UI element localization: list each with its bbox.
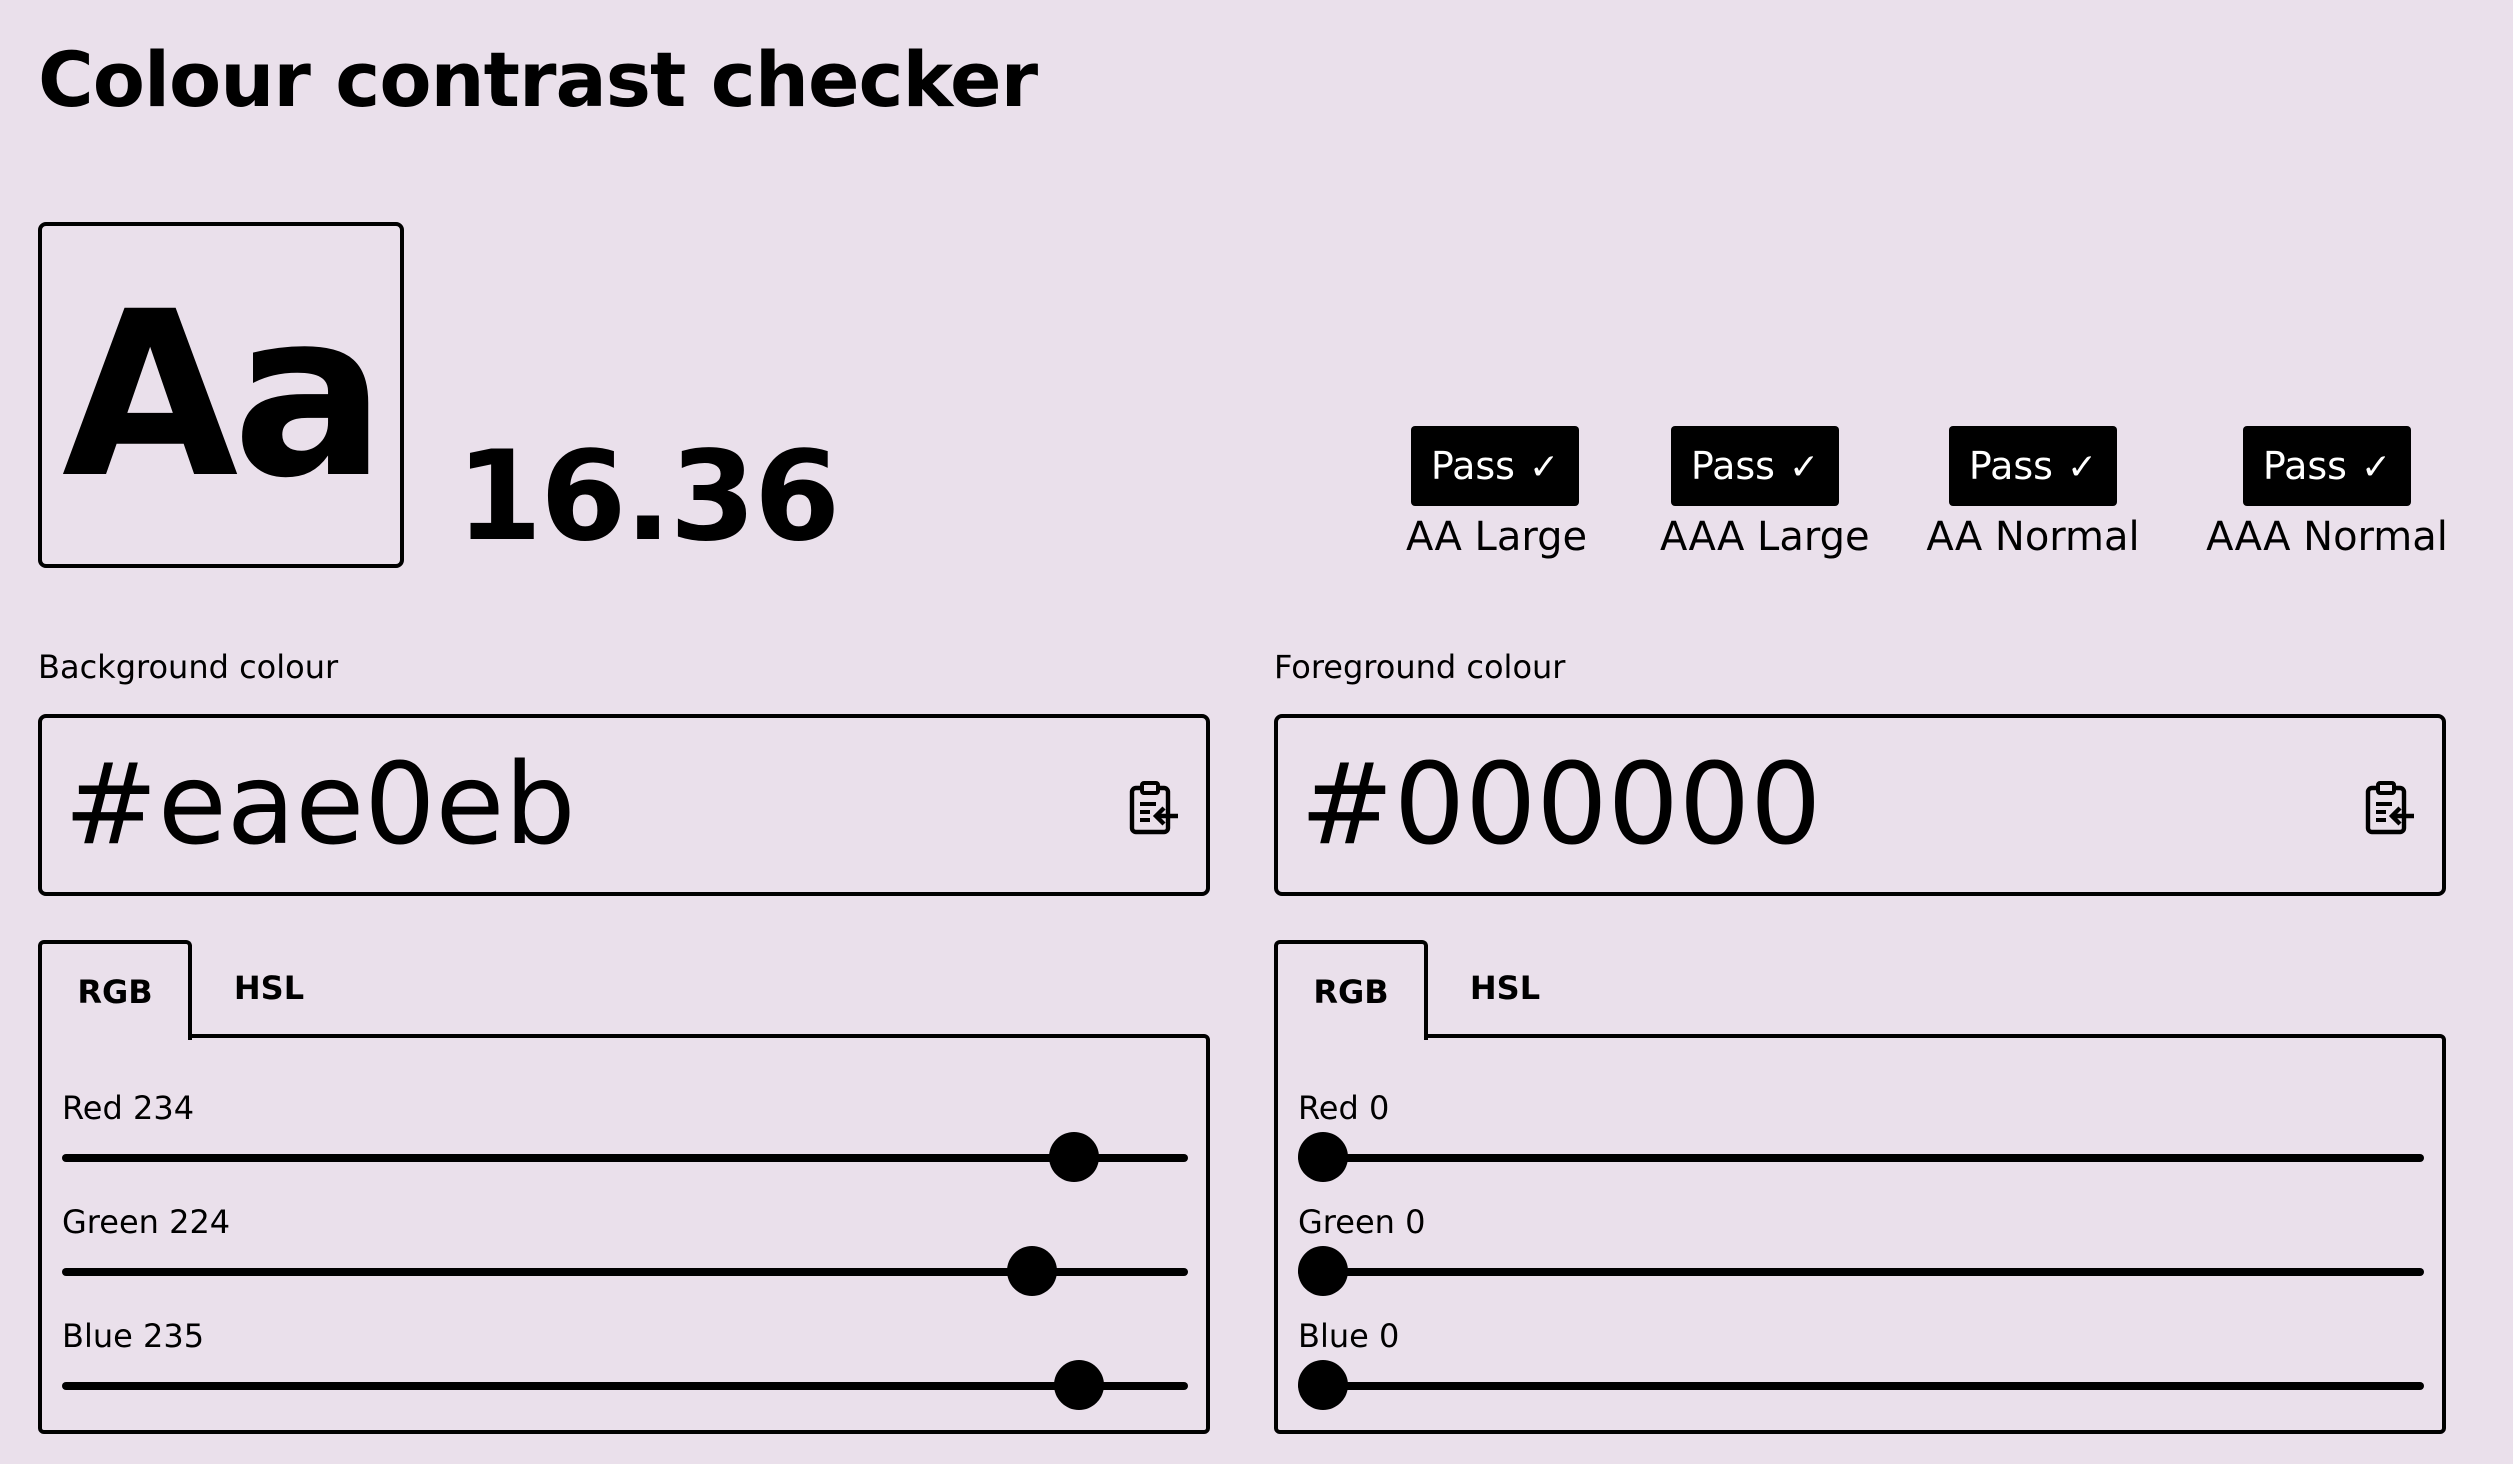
clipboard-paste-icon (1129, 781, 1178, 835)
check-icon: ✓ (2066, 447, 2098, 488)
clipboard-paste-icon (2365, 781, 2414, 835)
check-icon: ✓ (1788, 447, 1820, 488)
pass-badge: Pass ✓ (1670, 426, 1840, 506)
slider-thumb[interactable] (1007, 1246, 1058, 1296)
result-aaa-large: Pass ✓ AAA Large (1660, 426, 1870, 560)
contrast-ratio: 16.36 (456, 425, 840, 569)
background-green-slider: Green 224 (62, 1202, 1188, 1296)
slider-thumb[interactable] (1053, 1360, 1104, 1410)
slider-label: Blue 235 (62, 1317, 205, 1355)
slider-label: Red 234 (62, 1089, 195, 1127)
foreground-colour-field (1274, 714, 2446, 896)
pass-badge: Pass ✓ (1410, 426, 1580, 506)
slider-label: Green 0 (1298, 1203, 1426, 1241)
result-label: AAA Large (1660, 514, 1870, 560)
result-aa-large: Pass ✓ AA Large (1406, 426, 1588, 560)
background-tab-rgb[interactable]: RGB (38, 940, 192, 1040)
badge-text: Pass (1690, 444, 1775, 488)
slider-track[interactable] (1298, 1154, 2424, 1162)
foreground-paste-button[interactable] (2364, 780, 2416, 836)
slider-thumb[interactable] (1298, 1360, 1348, 1410)
foreground-green-slider: Green 0 (1298, 1202, 2424, 1296)
foreground-colour-label: Foreground colour (1274, 648, 1566, 686)
foreground-rgb-panel: Red 0 Green 0 Blue 0 (1274, 1034, 2446, 1434)
slider-label: Red 0 (1298, 1089, 1390, 1127)
text-preview: Aa (38, 222, 404, 568)
pass-badge: Pass ✓ (2242, 426, 2412, 506)
background-colour-label: Background colour (38, 648, 339, 686)
result-aaa-normal: Pass ✓ AAA Normal (2200, 426, 2454, 560)
background-red-slider: Red 234 (62, 1088, 1188, 1182)
slider-label: Blue 0 (1298, 1317, 1400, 1355)
background-hex-input[interactable] (64, 740, 1064, 870)
contrast-checker-page: Colour contrast checker Aa 16.36 Pass ✓ A… (0, 0, 2513, 1464)
badge-text: Pass (2262, 444, 2347, 488)
background-paste-button[interactable] (1128, 780, 1180, 836)
badge-text: Pass (1430, 444, 1515, 488)
result-label: AA Normal (1926, 514, 2140, 560)
foreground-tab-rgb[interactable]: RGB (1274, 940, 1428, 1040)
slider-thumb[interactable] (1298, 1132, 1348, 1182)
slider-thumb[interactable] (1049, 1132, 1100, 1182)
background-rgb-panel: Red 234 Green 224 Blue 235 (38, 1034, 1210, 1434)
slider-thumb[interactable] (1298, 1246, 1348, 1296)
result-label: AA Large (1406, 514, 1588, 560)
background-tab-hsl[interactable]: HSL (192, 940, 346, 1036)
check-icon: ✓ (1528, 447, 1560, 488)
foreground-hex-input[interactable] (1300, 740, 2300, 870)
background-blue-slider: Blue 235 (62, 1316, 1188, 1410)
page-title: Colour contrast checker (38, 35, 1038, 124)
slider-track[interactable] (1298, 1382, 2424, 1390)
foreground-blue-slider: Blue 0 (1298, 1316, 2424, 1410)
badge-text: Pass (1968, 444, 2053, 488)
preview-sample-text: Aa (61, 262, 386, 528)
result-aa-normal: Pass ✓ AA Normal (1922, 426, 2144, 560)
slider-label: Green 224 (62, 1203, 231, 1241)
background-colour-field (38, 714, 1210, 896)
slider-track[interactable] (62, 1382, 1188, 1390)
foreground-red-slider: Red 0 (1298, 1088, 2424, 1182)
pass-badge: Pass ✓ (1948, 426, 2118, 506)
slider-track[interactable] (1298, 1268, 2424, 1276)
check-icon: ✓ (2360, 447, 2392, 488)
foreground-tab-hsl[interactable]: HSL (1428, 940, 1582, 1036)
slider-track[interactable] (62, 1154, 1188, 1162)
result-label: AAA Normal (2206, 514, 2448, 560)
